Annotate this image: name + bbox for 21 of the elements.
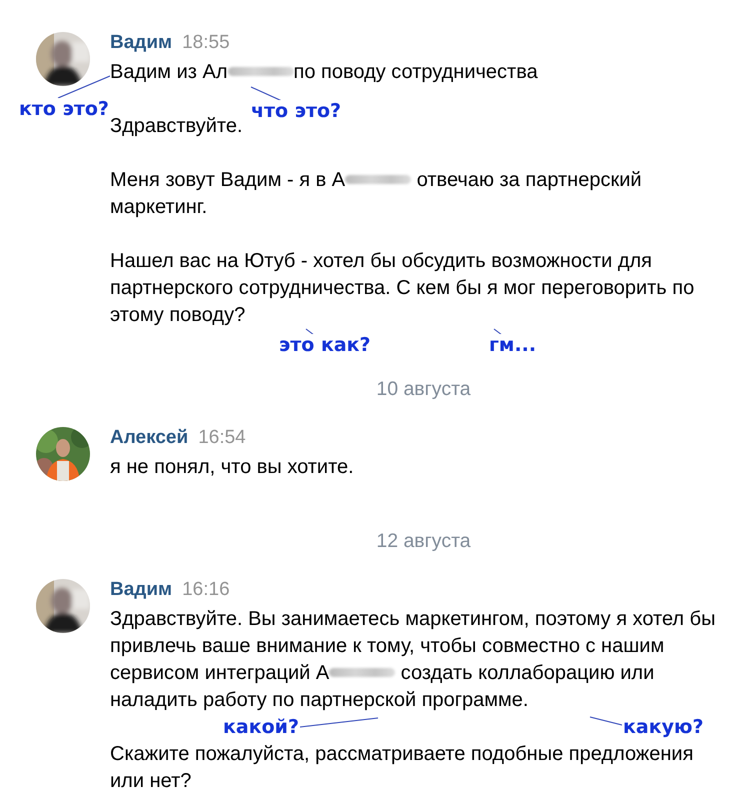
date-divider: 10 августа <box>376 378 471 400</box>
date-divider: 12 августа <box>376 530 471 552</box>
leader-line <box>250 86 282 102</box>
annotation-label: какую? <box>622 716 704 738</box>
leader-line <box>494 328 502 336</box>
leader-line <box>58 76 110 98</box>
message-time: 16:54 <box>198 427 246 449</box>
leader-line <box>590 716 622 726</box>
author-name[interactable]: Вадим <box>110 579 172 601</box>
message-text: Здравствуйте. <box>110 114 243 139</box>
author-name[interactable]: Алексей <box>110 427 188 449</box>
message-text: Меня зовут Вадим - я в А отвечаю за партнерский маркетинг. <box>110 168 642 220</box>
author-name[interactable]: Вадим <box>110 32 172 54</box>
message-text: я не понял, что вы хотите. <box>110 455 354 480</box>
leader-line <box>306 328 314 336</box>
message-text: Скажите пожалуйста, рассматриваете подобные предложения или нет? <box>110 742 694 794</box>
message-time: 16:16 <box>182 579 230 601</box>
message-text: Здравствуйте. Вы занимаетесь маркетингом, поэтому я хотел бы привлечь ваше внимание к тому, чтобы совместно с нашим сервисом интеграций А создать коллаборацию или наладить работу по партнерской программе. <box>110 607 716 713</box>
message-time: 18:55 <box>182 32 230 54</box>
message-text: Нашел вас на Ютуб - хотел бы обсудить возможности для партнерского сотрудничества. С кем бы я мог переговорить по этому поводу? <box>110 249 694 328</box>
message-text: Вадим из Ал по поводу сотрудничества <box>110 60 538 85</box>
